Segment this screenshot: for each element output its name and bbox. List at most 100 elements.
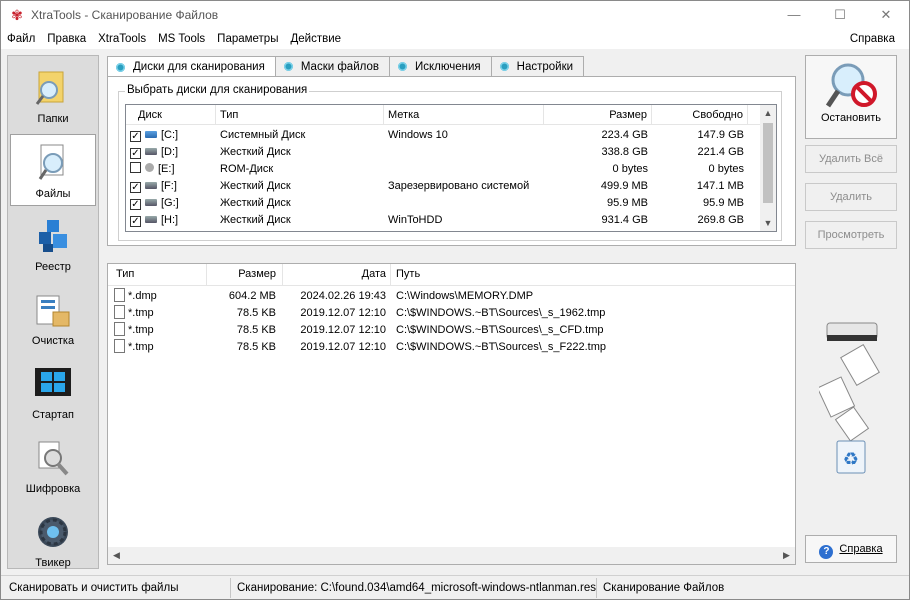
- drive-row[interactable]: ✓ [G:] Жесткий Диск 95.9 MB 95.9 MB: [126, 195, 762, 212]
- drive-type: Жесткий Диск: [220, 197, 291, 209]
- nav-label: Папки: [37, 113, 69, 125]
- cleanup-icon: [36, 295, 70, 327]
- drive-letter: [D:]: [161, 146, 179, 158]
- delete-button[interactable]: Удалить: [805, 183, 897, 211]
- file-icon: [114, 288, 125, 302]
- status-left: Сканировать и очистить файлы: [1, 577, 231, 598]
- drive-row[interactable]: ✓ [C:] Системный Диск Windows 10 223.4 GB 147…: [126, 127, 762, 144]
- drive-free: 269.8 GB: [697, 214, 744, 226]
- col-label[interactable]: Метка: [384, 105, 544, 125]
- drive-checkbox[interactable]: ✓: [130, 199, 141, 210]
- scroll-thumb[interactable]: [763, 123, 773, 203]
- nav-label: Стартап: [32, 409, 74, 421]
- drives-group-title: Выбрать диски для сканирования: [125, 84, 310, 96]
- document-icon: [819, 343, 880, 442]
- tab-file-masks[interactable]: Маски файлов: [274, 56, 390, 76]
- menu-xtratools[interactable]: XtraTools: [92, 33, 152, 45]
- drive-list-scrollbar[interactable]: ▲ ▼: [760, 105, 776, 231]
- drive-size: 338.8 GB: [601, 146, 648, 158]
- drive-row[interactable]: ✓ [F:] Жесткий Диск Зарезервировано системо…: [126, 178, 762, 195]
- nav-item-tweaker[interactable]: Твикер: [10, 504, 96, 576]
- scroll-up-icon[interactable]: ▲: [760, 105, 776, 121]
- nav-item-startup[interactable]: Стартап: [10, 356, 96, 428]
- tab-dot-icon: [116, 62, 125, 72]
- drive-checkbox[interactable]: ✓: [130, 131, 141, 142]
- help-button[interactable]: ? Справка: [805, 535, 897, 563]
- scroll-down-icon[interactable]: ▼: [760, 215, 776, 231]
- file-list-hscrollbar[interactable]: ◀ ▶: [108, 547, 795, 564]
- col-free[interactable]: Свободно: [652, 105, 748, 125]
- drive-checkbox[interactable]: ✓: [130, 148, 141, 159]
- drive-checkbox[interactable]: ✓: [130, 216, 141, 227]
- col-type[interactable]: Тип: [216, 105, 384, 125]
- col-file-path[interactable]: Путь: [396, 266, 420, 283]
- drive-type: ROM-Диск: [220, 163, 274, 175]
- file-date: 2019.12.07 12:10: [300, 341, 386, 353]
- status-bar: Сканировать и очистить файлы Сканировани…: [1, 575, 909, 599]
- file-size: 604.2 MB: [228, 290, 276, 302]
- tab-drives[interactable]: Диски для сканирования: [107, 56, 276, 77]
- drive-icon: [145, 131, 157, 138]
- menu-parameters[interactable]: Параметры: [211, 33, 284, 45]
- drive-size: 223.4 GB: [601, 129, 648, 141]
- file-type-cell: *.tmp: [114, 322, 154, 339]
- close-button[interactable]: ✕: [863, 1, 909, 29]
- col-file-type[interactable]: Тип: [116, 266, 134, 283]
- col-drive[interactable]: Диск: [126, 105, 216, 125]
- file-size: 78.5 KB: [236, 324, 276, 336]
- minimize-button[interactable]: —: [771, 1, 817, 29]
- tab-settings[interactable]: Настройки: [490, 56, 585, 76]
- menu-edit[interactable]: Правка: [41, 33, 92, 45]
- tab-exclusions[interactable]: Исключения: [388, 56, 492, 76]
- maximize-button[interactable]: ☐: [817, 1, 863, 29]
- scroll-right-icon[interactable]: ▶: [778, 547, 795, 564]
- file-icon: [114, 322, 125, 336]
- file-row[interactable]: *.tmp 78.5 KB 2019.12.07 12:10 C:\$WINDOWS.…: [108, 322, 795, 339]
- file-icon: [114, 339, 125, 353]
- drive-type: Жесткий Диск: [220, 180, 291, 192]
- title-bar: ✾ XtraTools - Сканирование Файлов — ☐ ✕: [1, 1, 909, 29]
- delete-all-button[interactable]: Удалить Всё: [805, 145, 897, 173]
- col-size[interactable]: Размер: [544, 105, 652, 125]
- scroll-left-icon[interactable]: ◀: [108, 547, 125, 564]
- nav-item-registry[interactable]: Реестр: [10, 208, 96, 280]
- file-row[interactable]: *.tmp 78.5 KB 2019.12.07 12:10 C:\$WINDOWS.…: [108, 305, 795, 322]
- menu-help[interactable]: Справка: [844, 33, 901, 45]
- nav-item-files[interactable]: Файлы: [10, 134, 96, 206]
- left-nav: Папки Файлы Реестр Очистка Стартап Шифро…: [7, 55, 99, 569]
- file-type-cell: *.dmp: [114, 288, 157, 305]
- drive-row[interactable]: ✓ [D:] Жесткий Диск 338.8 GB 221.4 GB: [126, 144, 762, 161]
- nav-item-cleanup[interactable]: Очистка: [10, 282, 96, 354]
- tab-dot-icon: [283, 62, 293, 71]
- file-path: C:\$WINDOWS.~BT\Sources\_s_1962.tmp: [396, 307, 606, 319]
- drive-cell: ✓ [F:]: [130, 178, 216, 195]
- file-date: 2019.12.07 12:10: [300, 324, 386, 336]
- file-path: C:\Windows\MEMORY.DMP: [396, 290, 534, 302]
- file-date: 2024.02.26 19:43: [300, 290, 386, 302]
- view-button[interactable]: Просмотреть: [805, 221, 897, 249]
- menu-action[interactable]: Действие: [284, 33, 347, 45]
- file-row[interactable]: *.dmp 604.2 MB 2024.02.26 19:43 C:\Windows\…: [108, 288, 795, 305]
- stop-button[interactable]: Остановить: [805, 55, 897, 139]
- stop-search-icon: [825, 63, 877, 108]
- drive-row[interactable]: [E:] ROM-Диск 0 bytes 0 bytes: [126, 161, 762, 178]
- file-list-header: Тип Размер Дата Путь: [108, 264, 795, 286]
- menu-file[interactable]: Файл: [1, 33, 41, 45]
- file-type: *.tmp: [128, 307, 154, 319]
- drive-size: 0 bytes: [612, 163, 648, 175]
- file-row[interactable]: *.tmp 78.5 KB 2019.12.07 12:10 C:\$WINDOWS.…: [108, 339, 795, 356]
- tab-label: Маски файлов: [300, 60, 379, 73]
- menu-mstools[interactable]: MS Tools: [152, 33, 211, 45]
- col-file-date[interactable]: Дата: [282, 266, 386, 283]
- drive-checkbox[interactable]: [130, 162, 141, 173]
- tab-dot-icon: [499, 62, 509, 71]
- app-window: ✾ XtraTools - Сканирование Файлов — ☐ ✕ …: [0, 0, 910, 600]
- drive-row[interactable]: ✓ [H:] Жесткий Диск WinToHDD 931.4 GB 269.8 G…: [126, 212, 762, 229]
- col-file-size[interactable]: Размер: [206, 266, 276, 283]
- file-path: C:\$WINDOWS.~BT\Sources\_s_CFD.tmp: [396, 324, 604, 336]
- drive-checkbox[interactable]: ✓: [130, 182, 141, 193]
- drive-label: Windows 10: [388, 129, 448, 141]
- nav-item-encryption[interactable]: Шифровка: [10, 430, 96, 502]
- drive-cell: ✓ [G:]: [130, 195, 216, 212]
- nav-item-folders[interactable]: Папки: [10, 60, 96, 132]
